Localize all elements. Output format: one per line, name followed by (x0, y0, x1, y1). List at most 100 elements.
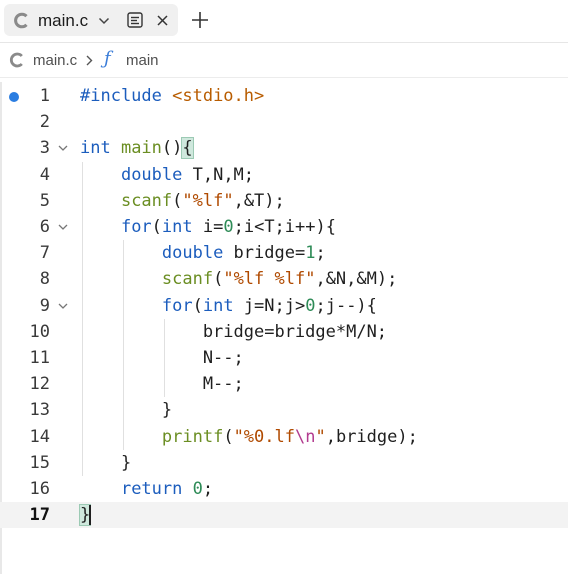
code-token: ( (151, 217, 162, 237)
code-token: { (181, 137, 194, 160)
code-line[interactable]: 17} (0, 502, 568, 529)
breadcrumb: main.c ƒ main (0, 43, 568, 78)
code-text: } (80, 397, 172, 423)
tab-main-c[interactable]: main.c (4, 4, 178, 36)
line-number: 15 (29, 452, 50, 473)
code-token: i= (202, 217, 224, 237)
code-token: j=N;j> (243, 295, 306, 316)
code-token: 1 (305, 243, 316, 264)
code-token: ( (223, 426, 234, 447)
code-line[interactable]: 10 bridge=bridge*M/N; (0, 319, 568, 345)
code-line[interactable]: 4 double T,N,M; (0, 162, 568, 188)
code-line[interactable]: 16 return 0; (0, 476, 568, 502)
indent-guide (123, 240, 124, 450)
function-icon: ƒ (104, 48, 111, 69)
code-token: ( (172, 190, 183, 211)
code-token: bridge=bridge*M/N; (80, 321, 388, 342)
code-token: 0 (192, 479, 203, 499)
code-token: 0 (223, 217, 234, 237)
code-text: for(int i=0;i<T;i++){ (80, 214, 336, 240)
code-token: return (120, 479, 193, 499)
breadcrumb-file[interactable]: main.c (33, 52, 77, 69)
code-line[interactable]: 3 int main(){ (0, 135, 568, 161)
code-text: scanf("%lf %lf",&N,&M); (80, 266, 397, 292)
code-text: bridge=bridge*M/N; (80, 319, 387, 345)
line-number: 9 (39, 295, 50, 316)
code-token: N--; (80, 348, 244, 368)
code-token: "%lf" (182, 190, 234, 211)
code-token: double (161, 243, 234, 264)
code-token: ,&T); (233, 190, 285, 211)
plus-icon[interactable] (191, 11, 209, 29)
code-token: scanf (120, 190, 173, 211)
indent-guide (164, 318, 165, 398)
code-line[interactable]: 7 double bridge=1; (0, 240, 568, 266)
code-token: ; (202, 479, 214, 499)
code-token: ;j--){ (315, 295, 377, 316)
code-token: main (120, 138, 162, 159)
code-line[interactable]: 5 scanf("%lf",&T); (0, 188, 568, 214)
code-text: M--; (80, 371, 244, 397)
preview-icon[interactable] (126, 11, 144, 29)
code-editor[interactable]: 1 #include <stdio.h> 2 3 int main(){4 double… (0, 82, 568, 574)
code-line[interactable]: 6 for(int i=0;i<T;i++){ (0, 214, 568, 240)
line-number: 5 (39, 190, 50, 211)
line-number: 16 (29, 479, 50, 499)
code-token: "%lf %lf" (223, 269, 316, 290)
line-number: 13 (29, 400, 50, 421)
code-token: 0 (305, 295, 316, 316)
code-token: M--; (80, 374, 244, 395)
code-line[interactable]: 8 scanf("%lf %lf",&N,&M); (0, 266, 568, 292)
code-line[interactable]: 13 } (0, 397, 568, 423)
code-line[interactable]: 2 (0, 109, 568, 135)
line-number: 6 (39, 217, 50, 237)
fold-chevron-icon[interactable] (58, 223, 68, 231)
code-line[interactable]: 12 M--; (0, 371, 568, 397)
code-line[interactable]: 11 N--; (0, 345, 568, 371)
fold-chevron-icon[interactable] (58, 302, 68, 310)
line-number: 8 (39, 269, 50, 290)
code-text: #include <stdio.h> (80, 83, 264, 109)
code-token: bridge= (233, 243, 306, 264)
chevron-down-icon[interactable] (98, 16, 110, 26)
tab-label: main.c (38, 11, 89, 30)
code-line[interactable]: 9 for(int j=N;j>0;j--){ (0, 293, 568, 319)
tab-bar: main.c (0, 0, 568, 43)
code-token: #include (80, 86, 173, 106)
line-number: 1 (39, 86, 50, 106)
code-text: } (80, 450, 131, 476)
code-token: ( (213, 269, 224, 290)
indent-guide (82, 161, 83, 476)
code-text: int main(){ (80, 135, 194, 161)
code-token: " (315, 426, 326, 447)
code-token: <stdio.h> (172, 86, 265, 106)
code-token: for (120, 217, 152, 237)
line-number: 14 (29, 426, 50, 447)
fold-chevron-icon[interactable] (58, 144, 68, 152)
code-line[interactable]: 14 printf("%0.lf\n",bridge); (0, 424, 568, 450)
code-token: ;i<T;i++){ (233, 217, 336, 237)
code-token: } (80, 400, 173, 421)
code-text: for(int j=N;j>0;j--){ (80, 293, 377, 319)
code-token: scanf (161, 269, 214, 290)
code-token: ,bridge); (325, 426, 418, 447)
code-text: double bridge=1; (80, 240, 326, 266)
chevron-right-icon (86, 55, 93, 66)
close-icon[interactable] (157, 15, 168, 26)
code-token: int (80, 138, 121, 159)
line-number: 7 (39, 243, 50, 264)
code-line[interactable]: 15 } (0, 450, 568, 476)
breadcrumb-symbol[interactable]: main (126, 52, 159, 69)
code-token: double (120, 164, 193, 185)
code-token: () (161, 138, 183, 159)
code-text: return 0; (80, 476, 213, 502)
code-token: int (161, 217, 203, 237)
code-text: N--; (80, 345, 244, 371)
code-line[interactable]: 1 #include <stdio.h> (0, 83, 568, 109)
code-text: printf("%0.lf\n",bridge); (80, 424, 418, 450)
